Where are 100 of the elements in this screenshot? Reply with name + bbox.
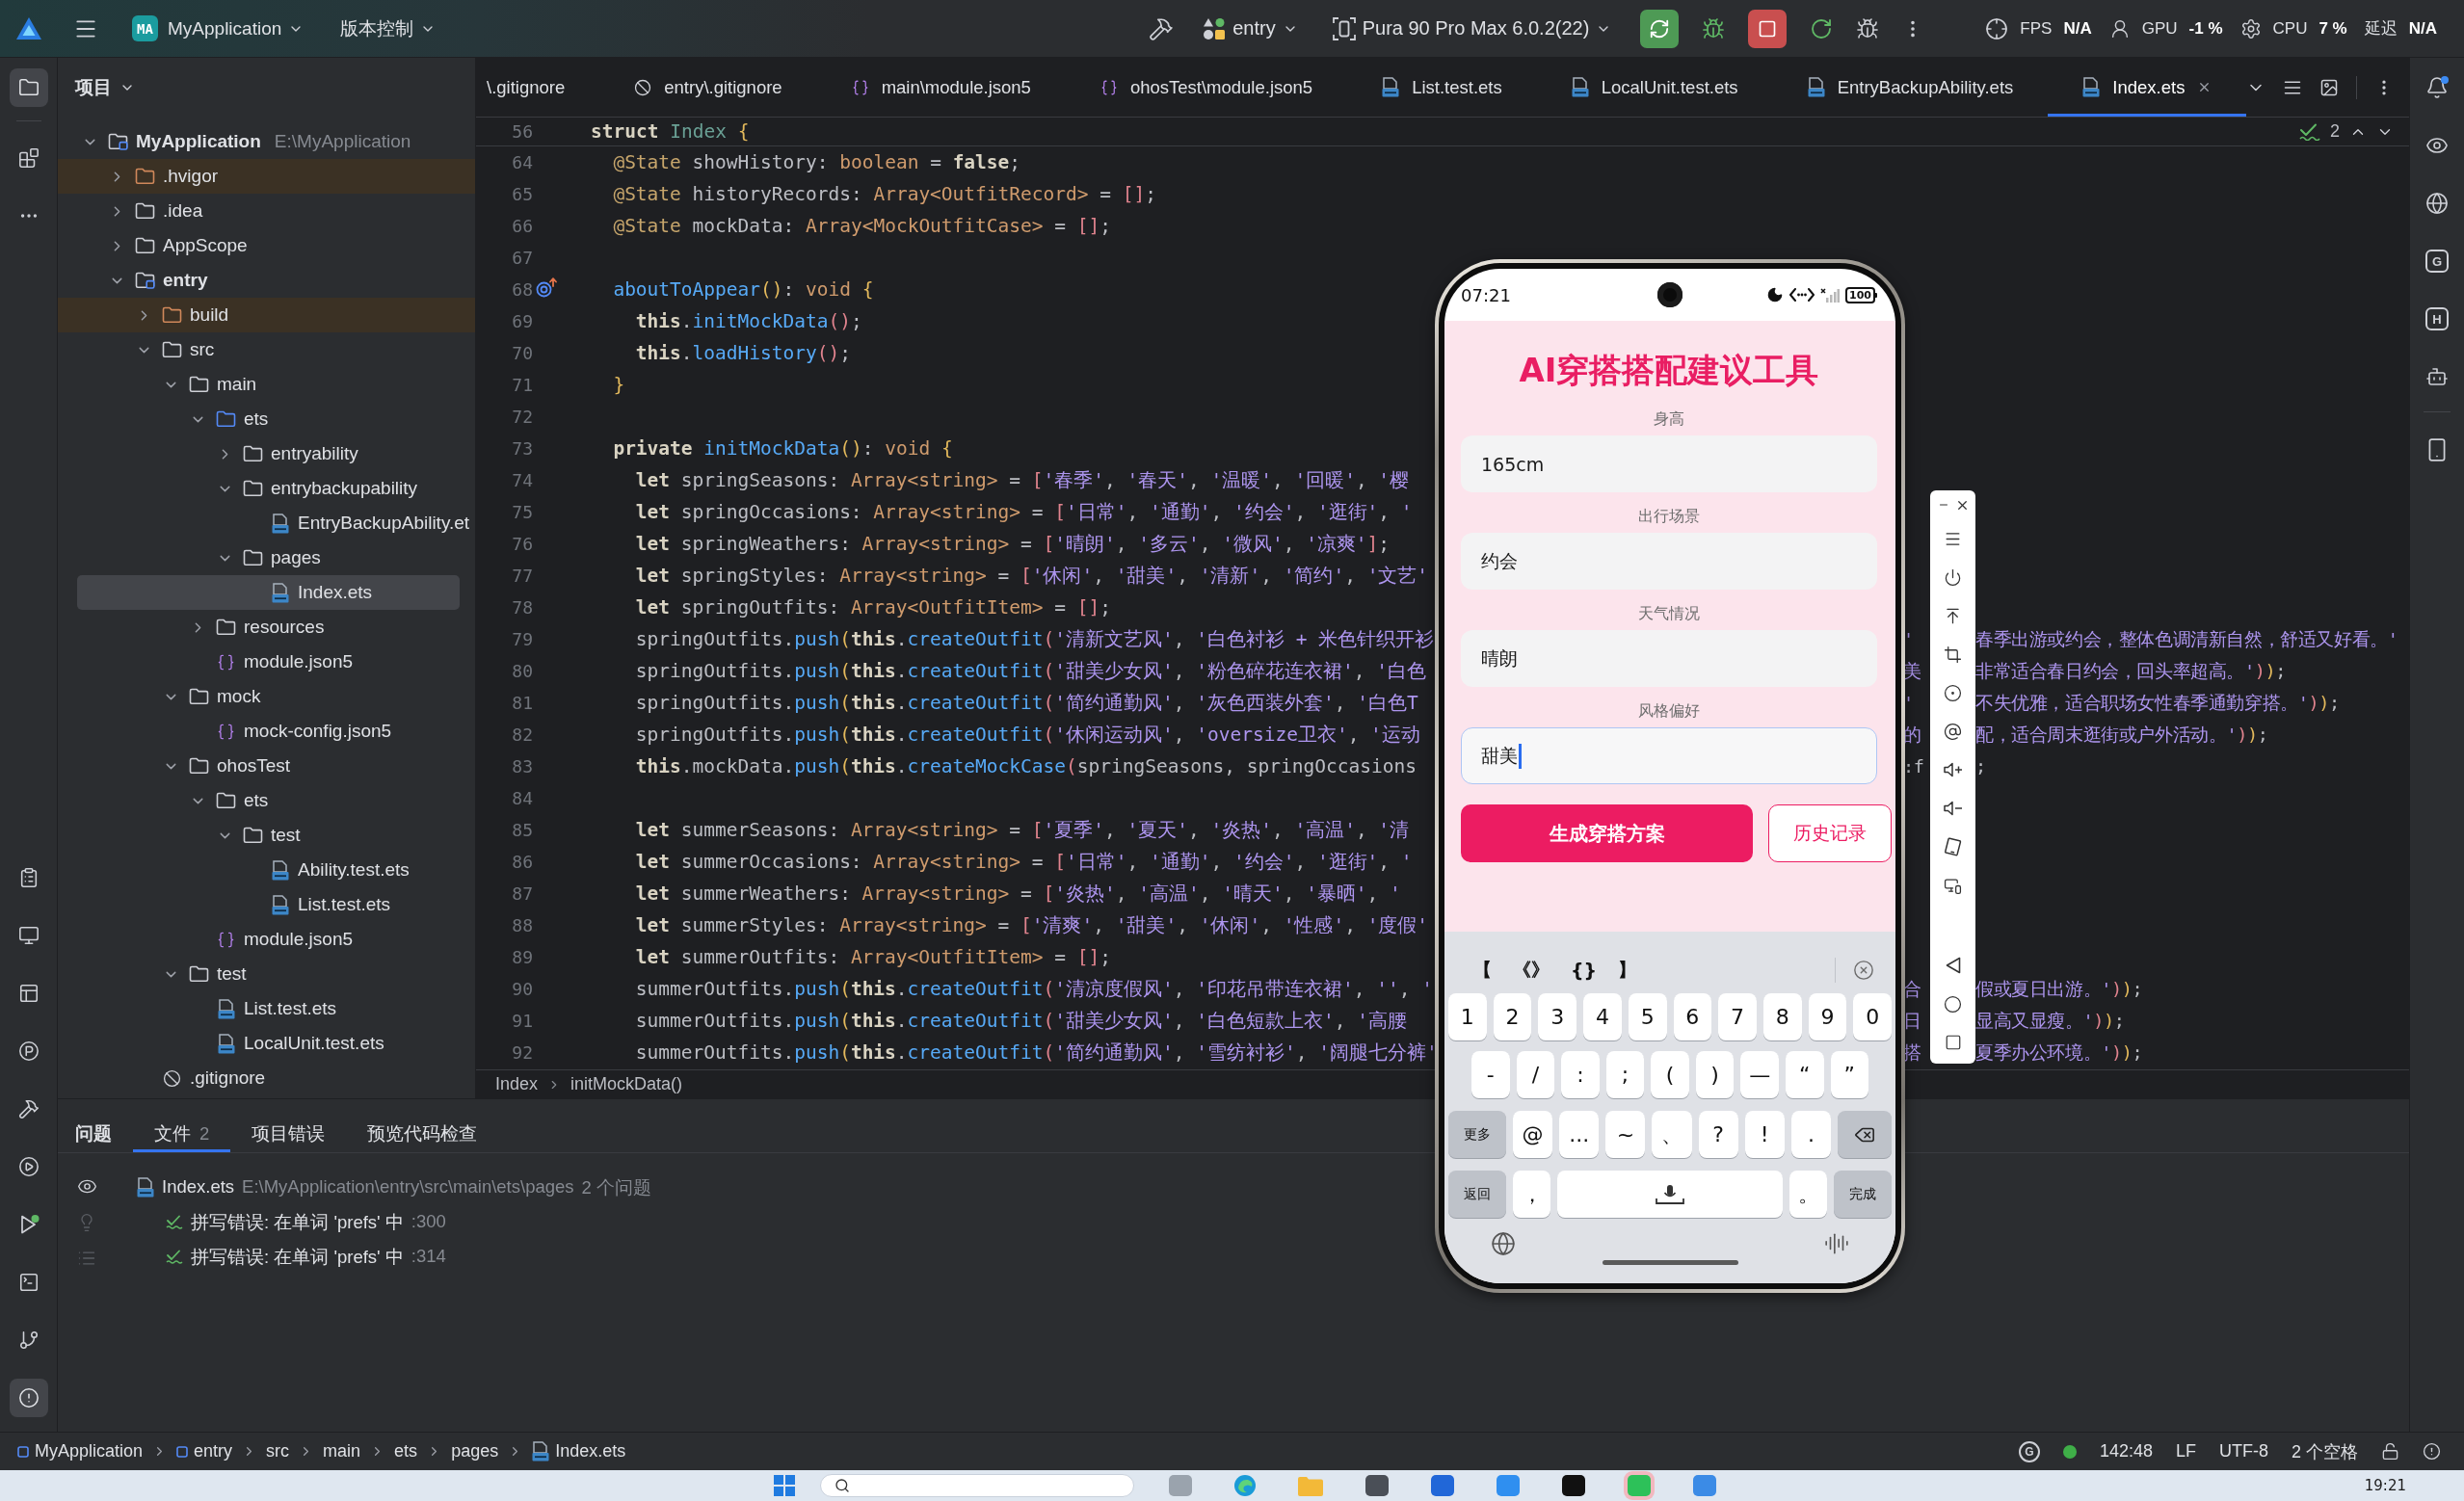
vcs-dropdown[interactable]: 版本控制	[334, 10, 442, 47]
keyboard-key[interactable]: —	[1740, 1051, 1779, 1098]
circle-icon[interactable]	[1944, 994, 1962, 1014]
problem-item[interactable]: 拼写错误: 在单词 'prefs' 中 :300	[116, 1204, 452, 1239]
keyboard-key[interactable]: (	[1651, 1051, 1689, 1098]
circle-p-icon[interactable]	[17, 1040, 40, 1062]
keyboard-key[interactable]: 5	[1628, 993, 1667, 1040]
keyboard-key[interactable]: 返回	[1448, 1171, 1506, 1218]
editor-tab[interactable]: entry\.gitignore	[599, 58, 817, 117]
problem-item[interactable]: 拼写错误: 在单词 'prefs' 中 :314	[116, 1239, 452, 1274]
text-field[interactable]: 约会	[1461, 533, 1877, 590]
keyboard-key[interactable]: ~	[1605, 1111, 1646, 1158]
keyboard-key[interactable]: 完成	[1834, 1171, 1892, 1218]
keyboard-key[interactable]: ”	[1830, 1051, 1869, 1098]
bug-icon[interactable]	[1856, 16, 1880, 40]
panel-tab[interactable]: 文件 2	[133, 1115, 231, 1152]
breadcrumb-item[interactable]: ets	[394, 1441, 418, 1462]
keyboard-key[interactable]: “	[1785, 1051, 1824, 1098]
keyboard-key[interactable]: 1	[1448, 993, 1487, 1040]
keyboard-key[interactable]: 8	[1762, 993, 1802, 1040]
reload-icon[interactable]	[1810, 16, 1834, 40]
tree-item[interactable]: mock	[77, 679, 475, 714]
lock-icon[interactable]	[2381, 1442, 2399, 1461]
backspace-key[interactable]	[1838, 1111, 1892, 1158]
tree-item[interactable]: test	[77, 818, 475, 853]
git-branch-icon[interactable]	[17, 1330, 40, 1351]
editor-tab[interactable]: \.gitignore	[476, 58, 600, 117]
clear-icon[interactable]	[1853, 960, 1874, 981]
symbol-key[interactable]: 《》	[1513, 958, 1550, 983]
panel-tab[interactable]: 预览代码检查	[346, 1115, 499, 1152]
bell-icon[interactable]	[2425, 76, 2449, 99]
tree-item[interactable]: entryability	[77, 436, 475, 471]
hammer-icon[interactable]	[17, 1098, 40, 1119]
app-icon[interactable]	[1562, 1475, 1585, 1496]
keyboard-key[interactable]: 、	[1652, 1111, 1692, 1158]
breadcrumb-item[interactable]: pages	[451, 1441, 499, 1462]
text-field[interactable]: 165cm	[1461, 435, 1877, 492]
line-ending[interactable]: LF	[2175, 1441, 2196, 1462]
keyboard-key[interactable]: :	[1561, 1051, 1600, 1098]
tree-item[interactable]: test	[77, 957, 475, 991]
keyboard-key[interactable]: ;	[1605, 1051, 1645, 1098]
back-triangle-icon[interactable]	[1945, 957, 1961, 974]
tree-item[interactable]: Ability.test.ets	[77, 853, 475, 887]
symbol-key[interactable]: {}	[1571, 960, 1598, 981]
tree-item[interactable]: List.test.ets	[77, 887, 475, 922]
breadcrumb-item[interactable]: Index	[495, 1074, 539, 1094]
tree-item[interactable]: pages	[77, 540, 475, 575]
keyboard-key[interactable]: 9	[1808, 993, 1847, 1040]
file-encoding[interactable]: UTF-8	[2219, 1441, 2268, 1462]
keyboard-key[interactable]: 。	[1789, 1171, 1827, 1218]
tree-item[interactable]: ets	[77, 402, 475, 436]
four-squares-icon[interactable]	[774, 1475, 795, 1496]
editor-tab[interactable]: List.test.ets	[1347, 58, 1537, 117]
search-field[interactable]	[820, 1474, 1134, 1497]
inspection-count[interactable]: 2	[2330, 121, 2340, 142]
keyboard-key[interactable]: !	[1744, 1111, 1785, 1158]
arrow-up-to-line-icon[interactable]	[1944, 606, 1962, 625]
keyboard-key[interactable]: ...	[1559, 1111, 1600, 1158]
keyboard-key[interactable]: 4	[1583, 993, 1622, 1040]
editor-tab[interactable]: main\module.json5	[816, 58, 1066, 117]
breadcrumb-item[interactable]: Index.ets	[532, 1441, 626, 1462]
app-icon[interactable]	[1365, 1475, 1389, 1496]
text-field[interactable]: 甜美	[1461, 727, 1877, 784]
keyboard-key[interactable]: ，	[1513, 1171, 1550, 1218]
keyboard-key[interactable]: 7	[1718, 993, 1757, 1040]
power-icon[interactable]	[1944, 567, 1962, 587]
module-dropdown[interactable]: entry	[1197, 10, 1304, 47]
keyboard-key[interactable]: ?	[1698, 1111, 1738, 1158]
device-dropdown[interactable]: Pura 90 Pro Max 6.0.2(22)	[1326, 10, 1618, 47]
keyboard-key[interactable]: 更多	[1448, 1111, 1506, 1158]
globe-icon[interactable]	[1491, 1231, 1516, 1256]
tree-item[interactable]: EntryBackupAbility.et	[77, 506, 475, 540]
play-circle-icon[interactable]	[17, 1156, 40, 1177]
tree-item[interactable]: src	[77, 332, 475, 367]
tree-item[interactable]: ohosTest	[77, 749, 475, 783]
terminal-icon[interactable]	[17, 1272, 40, 1293]
keyboard-key[interactable]: @	[1513, 1111, 1553, 1158]
alert-icon[interactable]	[9, 1379, 48, 1417]
breadcrumb-item[interactable]: entry	[176, 1441, 233, 1462]
breadcrumb-item[interactable]: src	[266, 1441, 290, 1462]
cursor-position[interactable]: 142:48	[2099, 1441, 2153, 1462]
tree-item[interactable]: entry	[77, 263, 475, 298]
crop-icon[interactable]	[1944, 645, 1962, 664]
tree-item[interactable]: MyApplication E:\MyApplication	[77, 124, 475, 159]
plugin-badge[interactable]: G	[2018, 1440, 2040, 1462]
tree-item[interactable]: main	[77, 367, 475, 402]
image-icon[interactable]	[2319, 77, 2340, 97]
tree-item[interactable]: module.json5	[77, 922, 475, 957]
keyboard-key[interactable]: -	[1471, 1051, 1510, 1098]
tree-item[interactable]: build	[58, 298, 475, 332]
project-dropdown[interactable]: MyApplication	[162, 10, 310, 47]
tree-item[interactable]: AppScope	[77, 228, 475, 263]
volume-up-icon[interactable]	[1943, 762, 1963, 777]
editor-tab[interactable]: Index.ets	[2048, 58, 2247, 117]
tree-item[interactable]: LocalUnit.test.ets	[77, 1026, 475, 1061]
indent-setting[interactable]: 2 个空格	[2292, 1439, 2358, 1463]
tree-item[interactable]: .idea	[77, 194, 475, 228]
target-arrow-icon[interactable]	[536, 276, 557, 298]
tree-item[interactable]: entrybackupability	[77, 471, 475, 506]
tilted-phone-icon[interactable]	[1944, 837, 1962, 856]
